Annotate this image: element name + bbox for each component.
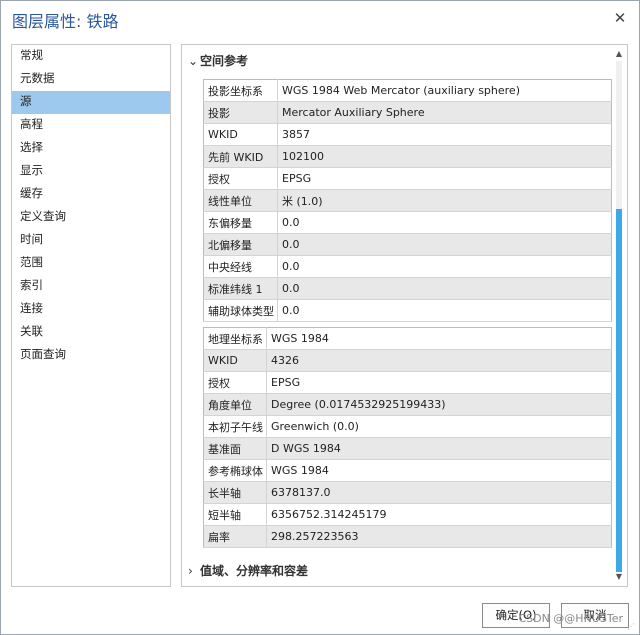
property-key: 线性单位 (203, 189, 278, 212)
property-key: 授权 (203, 167, 278, 190)
property-value: 6356752.314245179 (266, 503, 612, 526)
close-icon[interactable]: ✕ (611, 9, 629, 27)
property-panel: ⌄ 空间参考 投影坐标系 WGS 1984 Web Mercator (auxili… (181, 44, 628, 587)
geographic-coordinate-table: 地理坐标系 WGS 1984 WKID 4326 授权 EPSG 角度单位 Degree (0… (203, 327, 612, 548)
property-key: 基准面 (203, 437, 267, 460)
table-row: 先前 WKID 102100 (203, 145, 612, 168)
nav-item[interactable]: 连接 (12, 298, 170, 321)
property-value: Degree (0.0174532925199433) (266, 393, 612, 416)
scroll-down-icon[interactable]: ▼ (614, 572, 624, 582)
table-row: 辅助球体类型 0.0 (203, 299, 612, 322)
nav-item[interactable]: 高程 (12, 114, 170, 137)
property-key: 辅助球体类型 (203, 299, 278, 322)
domain-resolution-tolerance-header[interactable]: › 值域、分辨率和容差 (188, 561, 308, 581)
property-key: 东偏移量 (203, 211, 278, 234)
dialog-title: 图层属性: 铁路 (12, 12, 119, 31)
property-nav: 常规 元数据源高程 选择 显示 缓存 定义查询 时间 范围 索引 连接 关联 页面查询 (11, 44, 171, 587)
property-key: 参考椭球体 (203, 459, 267, 482)
nav-item[interactable]: 索引 (12, 275, 170, 298)
property-value: 0.0 (277, 233, 612, 256)
property-value: 米 (1.0) (277, 189, 612, 212)
property-key: 扁率 (203, 525, 267, 548)
property-key: 投影坐标系 (203, 79, 278, 102)
watermark: CSDN @@HNUSTer (518, 612, 623, 625)
section-title: 空间参考 (200, 54, 249, 68)
nav-item[interactable]: 定义查询 (12, 206, 170, 229)
chevron-down-icon: ⌄ (188, 54, 199, 68)
property-key: WKID (203, 349, 267, 372)
table-row: 短半轴 6356752.314245179 (203, 503, 612, 526)
property-key: 中央经线 (203, 255, 278, 278)
nav-item[interactable]: 范围 (12, 252, 170, 275)
property-key: 长半轴 (203, 481, 267, 504)
nav-item[interactable]: 显示 (12, 160, 170, 183)
property-value: 298.257223563 (266, 525, 612, 548)
property-key: 先前 WKID (203, 145, 278, 168)
table-row: WKID 4326 (203, 349, 612, 372)
property-key: 授权 (203, 371, 267, 394)
spatial-reference-header[interactable]: ⌄ 空间参考 (188, 51, 248, 71)
property-value: WGS 1984 (266, 459, 612, 482)
table-row: 标准纬线 1 0.0 (203, 277, 612, 300)
nav-item[interactable]: 页面查询 (12, 344, 170, 367)
property-value: Greenwich (0.0) (266, 415, 612, 438)
property-value: EPSG (277, 167, 612, 190)
property-value: D WGS 1984 (266, 437, 612, 460)
property-value: 6378137.0 (266, 481, 612, 504)
property-value: 0.0 (277, 255, 612, 278)
chevron-right-icon: › (188, 564, 193, 578)
table-row: 授权 EPSG (203, 371, 612, 394)
property-value: 0.0 (277, 277, 612, 300)
titlebar: 图层属性: 铁路 ✕ (1, 1, 639, 37)
table-row: 中央经线 0.0 (203, 255, 612, 278)
property-key: 北偏移量 (203, 233, 278, 256)
property-value: WGS 1984 (266, 327, 612, 350)
resize-grip-icon[interactable]: ⋰ (627, 622, 637, 632)
table-row: 基准面 D WGS 1984 (203, 437, 612, 460)
property-key: 本初子午线 (203, 415, 267, 438)
projected-coordinate-table: 投影坐标系 WGS 1984 Web Mercator (auxiliary sp… (203, 79, 612, 322)
nav-item[interactable]: 选择 (12, 137, 170, 160)
table-row: 东偏移量 0.0 (203, 211, 612, 234)
nav-item[interactable]: 常规 (12, 45, 170, 68)
nav-item[interactable]: 源 (12, 91, 170, 114)
property-key: 地理坐标系 (203, 327, 267, 350)
property-value: 0.0 (277, 211, 612, 234)
property-value: 3857 (277, 123, 612, 146)
table-row: 角度单位 Degree (0.0174532925199433) (203, 393, 612, 416)
property-value: 4326 (266, 349, 612, 372)
scroll-thumb[interactable] (616, 209, 622, 572)
table-row: 扁率 298.257223563 (203, 525, 612, 548)
table-row: 授权 EPSG (203, 167, 612, 190)
property-key: 短半轴 (203, 503, 267, 526)
layer-properties-dialog: 图层属性: 铁路 ✕ 常规 元数据源高程 选择 显示 缓存 定义查询 时间 范围 索引 连接 关联页… (0, 0, 640, 635)
property-value: 0.0 (277, 299, 612, 322)
property-key: WKID (203, 123, 278, 146)
property-key: 标准纬线 1 (203, 277, 278, 300)
property-value: Mercator Auxiliary Sphere (277, 101, 612, 124)
table-row: 长半轴 6378137.0 (203, 481, 612, 504)
table-row: 线性单位米 (1.0) (203, 189, 612, 212)
table-row: 本初子午线 Greenwich (0.0) (203, 415, 612, 438)
nav-item[interactable]: 缓存 (12, 183, 170, 206)
scroll-up-icon[interactable]: ▲ (614, 49, 624, 59)
nav-item[interactable]: 元数据 (12, 68, 170, 91)
table-row: 投影坐标系 WGS 1984 Web Mercator (auxiliary sp… (203, 79, 612, 102)
property-value: 102100 (277, 145, 612, 168)
property-key: 角度单位 (203, 393, 267, 416)
table-row: 参考椭球体 WGS 1984 (203, 459, 612, 482)
nav-item[interactable]: 关联 (12, 321, 170, 344)
property-key: 投影 (203, 101, 278, 124)
table-row: 地理坐标系 WGS 1984 (203, 327, 612, 350)
table-row: 北偏移量 0.0 (203, 233, 612, 256)
vertical-scrollbar[interactable]: ▲ ▼ (614, 49, 624, 582)
table-row: 投影 Mercator Auxiliary Sphere (203, 101, 612, 124)
table-row: WKID 3857 (203, 123, 612, 146)
nav-item[interactable]: 时间 (12, 229, 170, 252)
section-title: 值域、分辨率和容差 (200, 564, 309, 578)
property-value: EPSG (266, 371, 612, 394)
property-value: WGS 1984 Web Mercator (auxiliary sphere) (277, 79, 612, 102)
